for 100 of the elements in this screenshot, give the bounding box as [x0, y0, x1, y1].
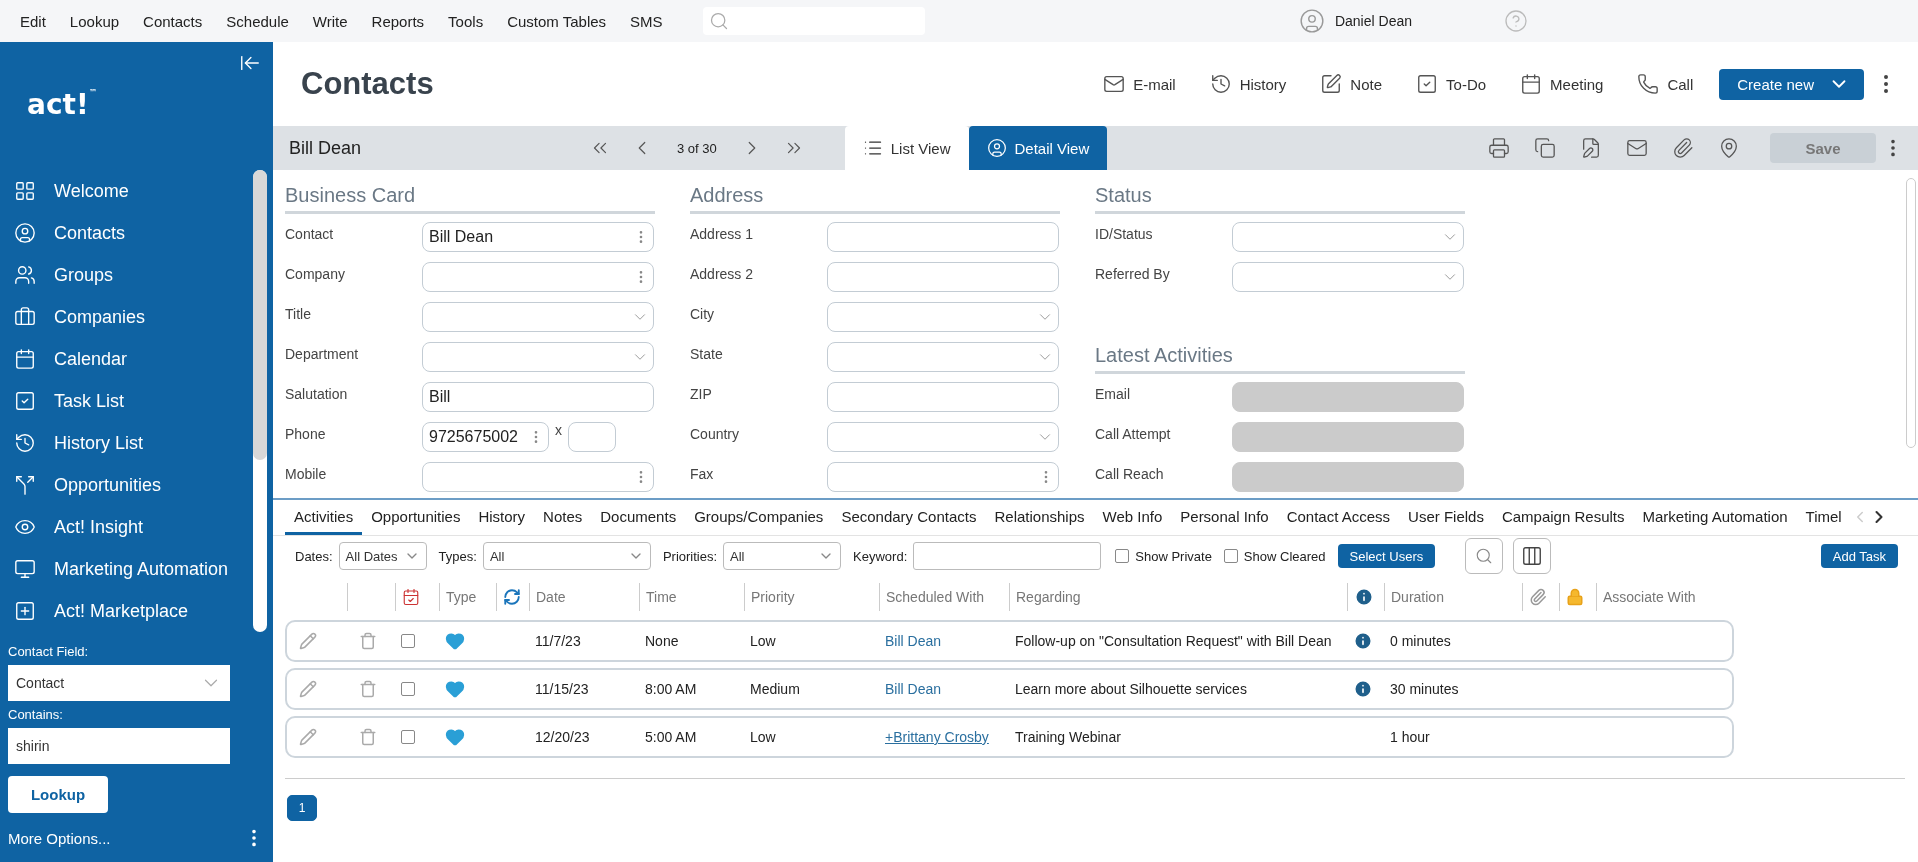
nav-item[interactable]: Task List — [14, 380, 253, 422]
menu-item[interactable]: Lookup — [57, 12, 132, 30]
dropdown-field[interactable]: All — [482, 542, 651, 570]
pencil-icon[interactable] — [299, 632, 317, 650]
info-icon[interactable] — [1353, 631, 1373, 651]
input-field[interactable]: shirin — [8, 728, 230, 764]
menu-item[interactable]: Reports — [359, 12, 437, 30]
pencil-icon[interactable] — [299, 680, 317, 698]
column-header[interactable]: Associate With — [1596, 583, 1726, 611]
nav-item[interactable]: Welcome — [14, 170, 253, 212]
menu-item[interactable]: Custom Tables — [495, 12, 619, 30]
dropdown-field[interactable] — [422, 302, 654, 332]
page-button[interactable]: 1 — [287, 795, 317, 821]
search-field[interactable] — [702, 7, 925, 35]
action-button[interactable]: To-Do — [1410, 72, 1493, 96]
checkbox[interactable] — [1115, 549, 1130, 563]
tab[interactable]: User Fields — [1399, 508, 1493, 535]
tab[interactable]: Timel — [1796, 508, 1851, 535]
more-options-link[interactable]: More Options... — [8, 829, 111, 847]
menu-item[interactable]: Tools — [436, 12, 496, 30]
column-header[interactable]: Type — [439, 583, 496, 611]
column-header[interactable]: Time — [639, 583, 744, 611]
activity-row[interactable]: 12/20/23 5:00 AM Low +Brittany Crosby Training Webinar 1 hour — [285, 716, 1734, 758]
input-field[interactable] — [422, 462, 654, 492]
input-field[interactable] — [422, 262, 654, 292]
view-tab[interactable]: List View — [844, 126, 969, 170]
nav-item[interactable]: Contacts — [14, 212, 253, 254]
menu-item[interactable]: Edit — [8, 12, 58, 30]
action-button[interactable]: Note — [1314, 72, 1389, 96]
lookup-button[interactable]: Lookup — [8, 776, 108, 813]
input-field[interactable]: Bill Dean — [422, 222, 654, 252]
tab[interactable]: Secondary Contacts — [832, 508, 986, 535]
nav-item[interactable]: History List — [14, 422, 253, 464]
menu-item[interactable]: SMS — [618, 12, 675, 30]
column-header[interactable]: Date — [529, 583, 639, 611]
trash-icon[interactable] — [359, 680, 377, 698]
map-pin-icon[interactable] — [1718, 137, 1740, 159]
tab[interactable]: Relationships — [985, 508, 1094, 535]
nav-item[interactable]: Opportunities — [14, 464, 253, 506]
checkbox[interactable] — [401, 634, 415, 648]
tab[interactable]: Activities — [285, 508, 363, 535]
search-button[interactable] — [1465, 538, 1504, 574]
help-icon[interactable] — [1504, 9, 1528, 33]
nav-item[interactable]: Calendar — [14, 338, 253, 380]
columns-button[interactable] — [1513, 538, 1552, 574]
input-field[interactable] — [827, 462, 1059, 492]
dropdown-field[interactable] — [827, 342, 1059, 372]
dropdown-field[interactable]: All Dates — [338, 542, 427, 570]
copy-icon[interactable] — [1534, 137, 1556, 159]
create-new-button[interactable]: Create new — [1719, 68, 1864, 100]
input-field[interactable] — [827, 262, 1059, 292]
refresh-icon[interactable] — [503, 588, 521, 606]
nav-item[interactable]: Act! Marketplace — [14, 590, 253, 632]
printer-icon[interactable] — [1488, 137, 1510, 159]
view-tab[interactable]: Detail View — [968, 126, 1108, 170]
dropdown-field[interactable] — [827, 302, 1059, 332]
checkbox[interactable] — [401, 682, 415, 696]
column-header[interactable]: Priority — [744, 583, 879, 611]
tab[interactable]: Web Info — [1093, 508, 1172, 535]
dropdown-field[interactable] — [827, 422, 1059, 452]
input-field[interactable]: Bill — [422, 382, 654, 412]
paperclip-icon[interactable] — [1672, 137, 1694, 159]
menu-item[interactable]: Contacts — [131, 12, 215, 30]
dropdown-field[interactable] — [1232, 222, 1464, 252]
tab[interactable]: Documents — [591, 508, 686, 535]
tab[interactable]: Personal Info — [1171, 508, 1278, 535]
contact-link[interactable]: Bill Dean — [885, 633, 942, 649]
envelope-icon[interactable] — [1626, 137, 1648, 159]
tab[interactable]: History — [469, 508, 535, 535]
user-icon[interactable] — [1298, 8, 1325, 34]
tab[interactable]: Contact Access — [1277, 508, 1400, 535]
user-name[interactable]: Daniel Dean — [1334, 13, 1412, 29]
activity-row[interactable]: 11/15/23 8:00 AM Medium Bill Dean Learn more about Silhouette services 30 minutes — [285, 668, 1734, 710]
action-button[interactable]: History — [1203, 72, 1293, 96]
tab[interactable]: Notes — [534, 508, 592, 535]
checkbox[interactable] — [401, 730, 415, 744]
info-icon[interactable] — [1353, 679, 1373, 699]
menu-item[interactable]: Schedule — [214, 12, 301, 30]
action-button[interactable]: E-mail — [1097, 72, 1182, 96]
column-header[interactable]: Duration — [1384, 583, 1522, 611]
scrollbar[interactable] — [253, 170, 267, 632]
tab[interactable]: Campaign Results — [1492, 508, 1634, 535]
input-field[interactable] — [827, 382, 1059, 412]
checkbox[interactable] — [1223, 549, 1238, 563]
input-field[interactable] — [827, 222, 1059, 252]
scrollbar[interactable] — [1906, 178, 1916, 448]
dropdown-field[interactable] — [422, 342, 654, 372]
tab[interactable]: Opportunities — [362, 508, 470, 535]
dropdown-field[interactable] — [1232, 262, 1464, 292]
tab[interactable]: Groups/Companies — [685, 508, 833, 535]
contact-link[interactable]: Bill Dean — [885, 681, 942, 697]
extension-field[interactable] — [568, 422, 616, 452]
tab[interactable]: Marketing Automation — [1633, 508, 1797, 535]
nav-item[interactable]: Groups — [14, 254, 253, 296]
select-users-button[interactable]: Select Users — [1337, 544, 1436, 568]
pencil-icon[interactable] — [299, 728, 317, 746]
add-task-button[interactable]: Add Task — [1820, 544, 1898, 568]
document-pen-icon[interactable] — [1580, 137, 1602, 159]
trash-icon[interactable] — [359, 728, 377, 746]
action-button[interactable]: Call — [1631, 72, 1700, 96]
